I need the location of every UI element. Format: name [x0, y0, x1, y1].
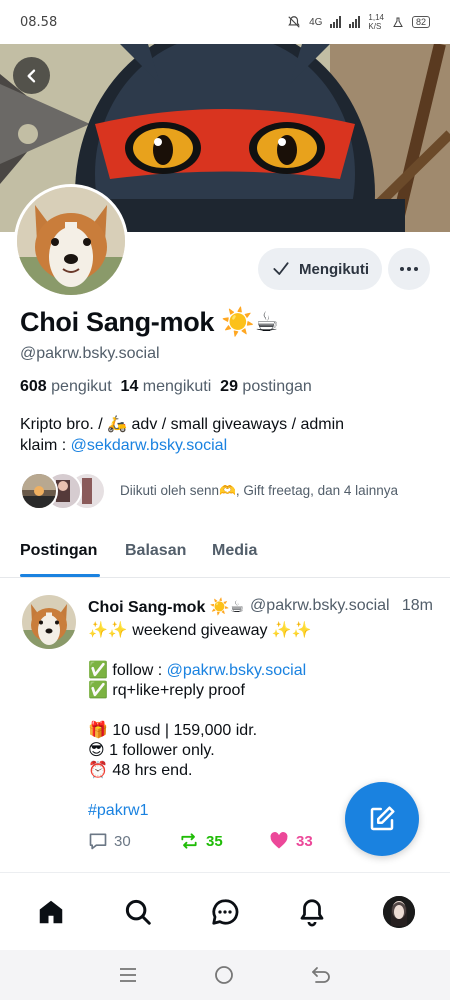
tab-postingan[interactable]: Postingan: [20, 542, 97, 560]
tab-media[interactable]: Media: [212, 542, 257, 560]
heart-icon: [270, 832, 288, 849]
profile-avatar[interactable]: [14, 184, 128, 298]
post-line: ✅ rq+like+reply proof: [88, 682, 245, 699]
following-button-label: Mengikuti: [299, 260, 369, 278]
profile-display-name: Choi Sang-mok ☀️☕: [20, 307, 279, 337]
signal-icon-2: [349, 16, 361, 28]
profile-stats: 608 pengikut 14 mengikuti 29 postingan: [20, 378, 312, 396]
nav-profile[interactable]: [379, 892, 419, 932]
bio-mention-link[interactable]: @sekdarw.bsky.social: [71, 437, 227, 454]
status-time: 08.58: [20, 14, 58, 30]
chevron-left-icon: [26, 69, 35, 82]
more-options-button[interactable]: [388, 248, 430, 290]
back-button[interactable]: [13, 57, 50, 94]
network-speed: 1,14 K/S: [368, 13, 384, 31]
bottom-navigation: [0, 872, 450, 950]
profile-tabs: Postingan Balasan Media: [0, 530, 450, 578]
nav-notifications[interactable]: [292, 892, 332, 932]
profile-handle: @pakrw.bsky.social: [20, 345, 160, 362]
bell-icon: [300, 898, 324, 926]
post-line: 🎁 10 usd | 159,000 idr.: [88, 722, 258, 739]
network-type: 4G: [309, 16, 323, 28]
profile-avatar-small: [382, 895, 415, 928]
reply-icon: [89, 833, 107, 850]
followed-by-text: Diikuti oleh senn🫶, Gift freetag, dan 4 …: [120, 483, 398, 498]
post-actions: 30 35 33: [88, 831, 358, 851]
bio-line: Kripto bro. / 🛵 adv / small giveaways / …: [20, 416, 345, 433]
back-icon[interactable]: [311, 966, 331, 984]
reply-count: 30: [114, 832, 131, 850]
bio-line: klaim : @sekdarw.bsky.social: [20, 437, 228, 454]
post-author-name[interactable]: Choi Sang-mok ☀️☕: [88, 597, 244, 617]
system-navigation-bar: [0, 950, 450, 1000]
nav-search[interactable]: [118, 892, 158, 932]
check-icon: [273, 262, 289, 275]
follower-avatar: [20, 472, 58, 510]
post-mention-link[interactable]: @pakrw.bsky.social: [167, 662, 307, 679]
search-icon: [126, 899, 151, 925]
mute-notification-icon: [288, 16, 300, 28]
profile-bio: Kripto bro. / 🛵 adv / small giveaways / …: [20, 414, 420, 456]
home-icon: [40, 900, 63, 923]
home-circle-icon[interactable]: [214, 965, 234, 985]
repost-count: 35: [206, 832, 223, 850]
post-line: 😎 1 follower only.: [88, 742, 215, 759]
post-line: ⏰ 48 hrs end.: [88, 762, 193, 779]
compose-icon: [370, 806, 395, 831]
repost-icon: [181, 833, 197, 849]
signal-icon: [330, 16, 342, 28]
following-stat[interactable]: 14 mengikuti: [121, 378, 212, 395]
nav-home[interactable]: [31, 892, 71, 932]
ellipsis-icon: [400, 267, 404, 271]
nav-chat[interactable]: [205, 892, 245, 932]
posts-stat: 29 postingan: [220, 378, 312, 395]
post-author-avatar[interactable]: [22, 595, 76, 649]
post-header: Choi Sang-mok ☀️☕ @pakrw.bsky.social 18m: [88, 597, 433, 617]
corgi-avatar-image: [17, 187, 125, 295]
post-time: 18m: [401, 597, 433, 614]
status-icons: 4G 1,14 K/S 82: [287, 13, 430, 31]
compose-post-button[interactable]: [345, 782, 419, 856]
like-button[interactable]: 33: [268, 831, 358, 851]
battery-icon: 82: [411, 16, 430, 28]
reply-button[interactable]: 30: [88, 831, 178, 851]
followers-stat[interactable]: 608 pengikut: [20, 378, 112, 395]
post-line: ✅ follow : @pakrw.bsky.social: [88, 662, 307, 679]
followed-by-row[interactable]: Diikuti oleh senn🫶, Gift freetag, dan 4 …: [20, 472, 398, 510]
post-author-handle[interactable]: @pakrw.bsky.social: [250, 597, 396, 617]
chat-icon: [212, 898, 239, 925]
like-count: 33: [296, 832, 313, 850]
flask-icon: [393, 17, 403, 27]
recent-apps-icon[interactable]: [119, 967, 137, 983]
active-tab-indicator: [20, 574, 100, 577]
following-button[interactable]: Mengikuti: [258, 248, 382, 290]
repost-button[interactable]: 35: [178, 831, 268, 851]
post-line: ✨✨ weekend giveaway ✨✨: [88, 622, 312, 639]
tab-balasan[interactable]: Balasan: [125, 542, 186, 560]
status-bar: 08.58 4G 1,14 K/S 82: [0, 0, 450, 44]
